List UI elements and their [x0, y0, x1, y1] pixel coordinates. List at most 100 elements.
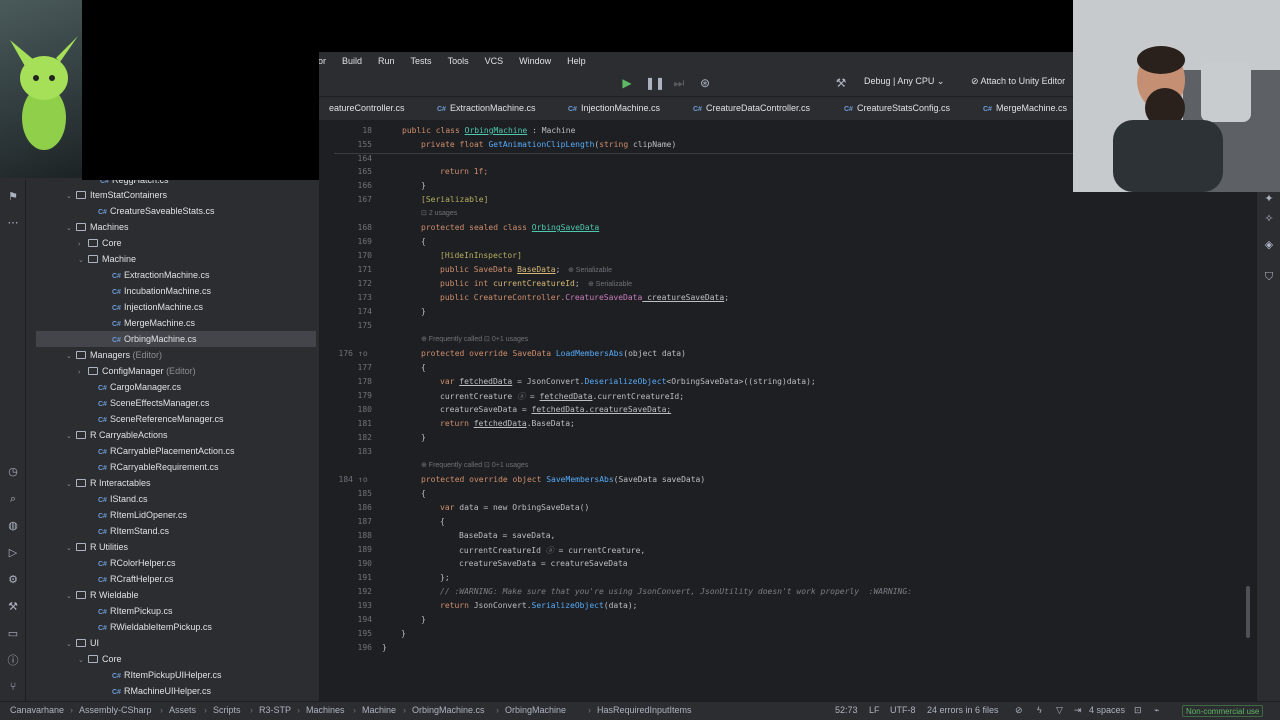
- tree-folder[interactable]: ⌄ Core: [78, 651, 122, 667]
- tree-folder[interactable]: ⌄ Machines: [66, 219, 129, 235]
- tree-folder[interactable]: ⌄ ItemStatContainers: [66, 187, 167, 203]
- scrollbar-thumb[interactable]: [1246, 586, 1250, 638]
- menu-item-help[interactable]: Help: [559, 56, 594, 66]
- tab-creature-data-controller[interactable]: C# CreatureDataController.cs: [693, 103, 810, 113]
- chevron-down-icon[interactable]: ⌄: [66, 189, 76, 205]
- chevron-down-icon[interactable]: ⌄: [78, 653, 88, 669]
- run-configuration-select[interactable]: Debug | Any CPU ⌄: [864, 76, 944, 87]
- tab-creature-stats-config[interactable]: C# CreatureStatsConfig.cs: [844, 103, 950, 113]
- settings-icon[interactable]: ⚙: [6, 573, 20, 587]
- tree-file[interactable]: C# RCarryableRequirement.cs: [98, 459, 219, 475]
- tree-folder[interactable]: ⌄ R Wieldable: [66, 587, 139, 603]
- chevron-down-icon[interactable]: ⌄: [66, 541, 76, 557]
- menu-item-vcs[interactable]: VCS: [477, 56, 512, 66]
- bell-icon[interactable]: ✦: [1262, 192, 1276, 206]
- tree-file[interactable]: C# RItemStand.cs: [98, 523, 169, 539]
- terminal-icon[interactable]: ▭: [6, 627, 20, 641]
- breadcrumb-item[interactable]: Machines: [306, 705, 345, 715]
- chevron-down-icon[interactable]: ⌄: [66, 477, 76, 493]
- clock-icon[interactable]: ◷: [6, 465, 20, 479]
- palette-icon[interactable]: ◍: [6, 519, 20, 533]
- caret-position[interactable]: 52:73: [835, 705, 858, 715]
- frequently-called-hint[interactable]: ⊕ Frequently called ⊡ 0+1 usages: [421, 335, 528, 343]
- tree-folder[interactable]: ⌄ R Interactables: [66, 475, 151, 491]
- hammer-icon[interactable]: ⚒: [6, 600, 20, 614]
- filter-icon[interactable]: ▽: [1056, 705, 1063, 716]
- diamond-icon[interactable]: ◈: [1262, 238, 1276, 252]
- stop-icon[interactable]: ⏭: [671, 75, 687, 91]
- tree-folder[interactable]: ⌄ UI: [66, 635, 99, 651]
- lock-icon[interactable]: ⊡: [1134, 705, 1142, 716]
- menu-item-window[interactable]: Window: [511, 56, 559, 66]
- menu-item-view-cut[interactable]: or: [318, 56, 334, 66]
- tree-file[interactable]: C# RWieldableItemPickup.cs: [98, 619, 212, 635]
- tree-file[interactable]: C# CreatureSaveableStats.cs: [98, 203, 215, 219]
- tree-file[interactable]: C# RItemPickup.cs: [98, 603, 172, 619]
- breadcrumb-item[interactable]: Scripts: [213, 705, 241, 715]
- tree-file[interactable]: C# RItemLidOpener.cs: [98, 507, 187, 523]
- tree-file[interactable]: C# OrbingMachine.cs: [112, 331, 197, 347]
- override-gutter-icon[interactable]: ↑o: [358, 349, 368, 358]
- tree-file[interactable]: C# IncubationMachine.cs: [112, 283, 211, 299]
- tree-file[interactable]: C# RMachineUIHelper.cs: [112, 683, 211, 699]
- attach-to-unity-button[interactable]: ⊘ Attach to Unity Editor: [971, 76, 1065, 87]
- tree-file[interactable]: C# SceneEffectsManager.cs: [98, 395, 209, 411]
- menu-item-run[interactable]: Run: [370, 56, 403, 66]
- breadcrumb-item[interactable]: OrbingMachine: [505, 705, 566, 715]
- chevron-down-icon[interactable]: ⌄: [66, 429, 76, 445]
- override-gutter-icon[interactable]: ↑o: [358, 475, 368, 484]
- git-icon[interactable]: ⑂: [6, 680, 20, 694]
- pause-icon[interactable]: ❚❚: [645, 75, 665, 91]
- breadcrumb-item[interactable]: Canavarhane: [10, 705, 64, 715]
- chevron-down-icon[interactable]: ⌄: [66, 221, 76, 237]
- tree-file[interactable]: C# RItemPickupUIHelper.cs: [112, 667, 222, 683]
- tree-file[interactable]: C# ExtractionMachine.cs: [112, 267, 210, 283]
- breadcrumb-item[interactable]: HasRequiredInputItems: [597, 705, 692, 715]
- menu-item-tests[interactable]: Tests: [403, 56, 440, 66]
- breadcrumb-item[interactable]: Assets: [169, 705, 196, 715]
- file-encoding[interactable]: UTF-8: [890, 705, 916, 715]
- tree-folder[interactable]: › ConfigManager (Editor): [78, 363, 196, 379]
- run-icon[interactable]: ▶: [619, 75, 635, 91]
- problems-icon[interactable]: ⓘ: [6, 654, 20, 668]
- chevron-down-icon[interactable]: ⌄: [66, 637, 76, 653]
- structure-icon[interactable]: ✧: [1262, 212, 1276, 226]
- breadcrumb-item[interactable]: Assembly-CSharp: [79, 705, 152, 715]
- tree-folder[interactable]: › Core: [78, 235, 122, 251]
- usages-hint[interactable]: ⊡ 2 usages: [421, 209, 457, 217]
- play-circle-icon[interactable]: ▷: [6, 546, 20, 560]
- tab-extraction-machine[interactable]: C# ExtractionMachine.cs: [437, 103, 536, 113]
- tree-file[interactable]: C# SceneReferenceManager.cs: [98, 411, 224, 427]
- build-hammer-icon[interactable]: ⚒: [833, 75, 849, 91]
- tab-creature-controller[interactable]: eatureController.cs: [329, 103, 405, 113]
- power-save-icon[interactable]: ϟ: [1037, 705, 1042, 715]
- tab-merge-machine[interactable]: C# MergeMachine.cs: [983, 103, 1067, 113]
- chat-icon[interactable]: ⌁: [1154, 705, 1159, 716]
- line-separator[interactable]: LF: [869, 705, 880, 715]
- no-entry-icon[interactable]: ⊘: [1015, 705, 1023, 716]
- attach-debugger-icon[interactable]: ⊛: [697, 75, 713, 91]
- tree-file[interactable]: C# IStand.cs: [98, 491, 147, 507]
- error-count[interactable]: 24 errors in 6 files: [927, 705, 999, 715]
- more-icon[interactable]: ⋯: [6, 216, 20, 230]
- tree-file[interactable]: C# CargoManager.cs: [98, 379, 181, 395]
- chevron-right-icon[interactable]: ›: [78, 365, 88, 381]
- tree-folder[interactable]: ⌄ R Utilities: [66, 539, 128, 555]
- breadcrumb-item[interactable]: OrbingMachine.cs: [412, 705, 485, 715]
- tree-folder[interactable]: ⌄ Machine: [78, 251, 136, 267]
- chevron-down-icon[interactable]: ⌄: [66, 589, 76, 605]
- tree-file[interactable]: C# InjectionMachine.cs: [112, 299, 203, 315]
- bookmark-icon[interactable]: ⚑: [6, 190, 20, 204]
- indent-setting[interactable]: 4 spaces: [1089, 705, 1125, 715]
- chevron-down-icon[interactable]: ⌄: [66, 349, 76, 365]
- breadcrumb-item[interactable]: Machine: [362, 705, 396, 715]
- tree-file[interactable]: C# RCraftHelper.cs: [98, 571, 173, 587]
- breadcrumb-item[interactable]: R3-STP: [259, 705, 291, 715]
- menu-item-build[interactable]: Build: [334, 56, 370, 66]
- tree-folder[interactable]: ⌄ R CarryableActions: [66, 427, 168, 443]
- tree-file[interactable]: C# MergeMachine.cs: [112, 315, 195, 331]
- tree-folder[interactable]: ⌄ Managers (Editor): [66, 347, 162, 363]
- chevron-down-icon[interactable]: ⌄: [78, 253, 88, 269]
- shield-icon[interactable]: ⛉: [1262, 270, 1276, 284]
- frequently-called-hint[interactable]: ⊕ Frequently called ⊡ 0+1 usages: [421, 461, 528, 469]
